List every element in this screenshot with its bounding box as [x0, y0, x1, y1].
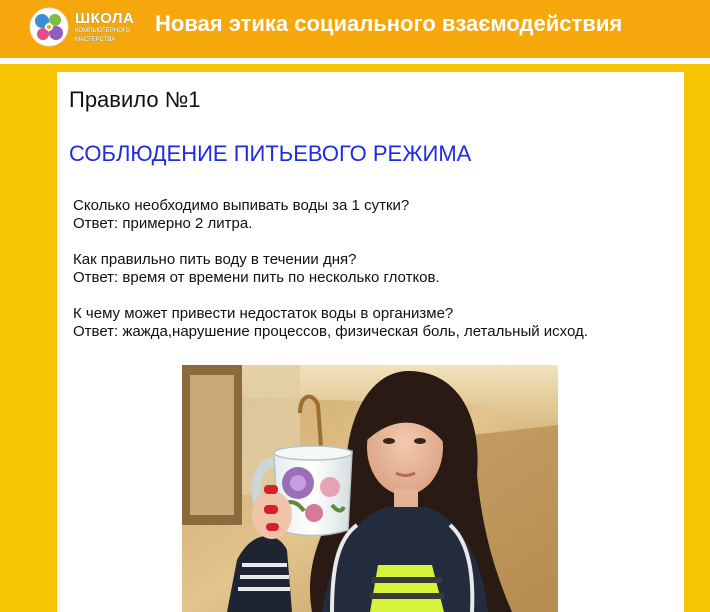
logo-subtitle-line-2: МАСТЕРСТВА [75, 36, 116, 43]
article-card: Правило №1 СОБЛЮДЕНИЕ ПИТЬЕВОГО РЕЖИМА С… [57, 72, 684, 612]
rule-title: Правило №1 [69, 87, 201, 112]
logo-title: ШКОЛА [75, 9, 135, 27]
site-title: Новая этика социального взаємодействия [155, 11, 623, 36]
qa-answer: Ответ: примерно 2 литра. [73, 215, 253, 232]
qa-item-2: Как правильно пить воду в течении дня? О… [73, 251, 673, 287]
qa-question: Как правильно пить воду в течении дня? [73, 251, 357, 268]
logo-emblem-icon [29, 7, 69, 47]
rule-heading: СОБЛЮДЕНИЕ ПИТЬЕВОГО РЕЖИМА [69, 141, 472, 166]
logo-text: ШКОЛА КОМПЬЮТЕРНОГО МАСТЕРСТВА [75, 11, 134, 44]
qa-question: К чему может привести недостаток воды в … [73, 305, 454, 322]
school-logo[interactable]: ШКОЛА КОМПЬЮТЕРНОГО МАСТЕРСТВА [27, 5, 147, 49]
qa-item-3: К чему может привести недостаток воды в … [73, 305, 673, 341]
qa-item-1: Сколько необходимо выпивать воды за 1 су… [73, 197, 673, 233]
logo-subtitle-line-1: КОМПЬЮТЕРНОГО [75, 27, 131, 34]
girl-with-mug-photo [182, 365, 558, 612]
qa-answer: Ответ: жажда,нарушение процессов, физиче… [73, 323, 588, 340]
qa-answer: Ответ: время от времени пить по нескольк… [73, 269, 440, 286]
qa-question: Сколько необходимо выпивать воды за 1 су… [73, 197, 410, 214]
site-header: ШКОЛА КОМПЬЮТЕРНОГО МАСТЕРСТВА Новая эти… [0, 0, 710, 58]
header-divider [0, 58, 710, 64]
